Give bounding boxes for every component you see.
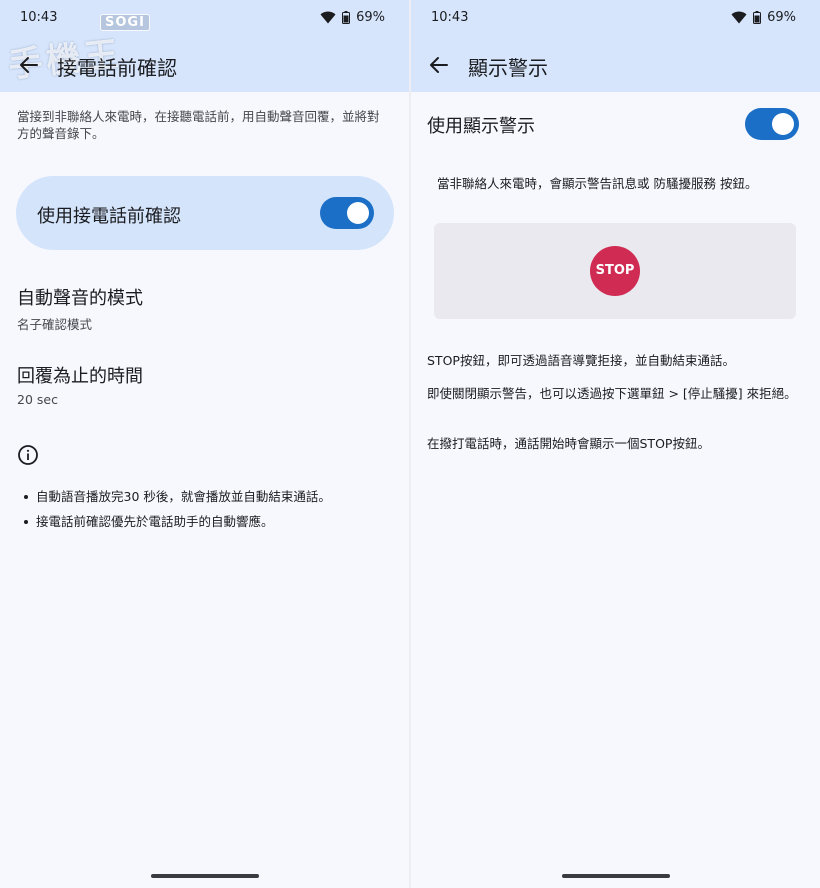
alert-toggle-switch[interactable] bbox=[745, 108, 799, 140]
gesture-handle[interactable] bbox=[561, 874, 670, 878]
stop-preview-panel: STOP bbox=[434, 223, 796, 319]
arrow-left-icon[interactable] bbox=[18, 54, 40, 76]
description: 當非聯絡人來電時，會顯示警告訊息或 防騷擾服務 按鈕。 bbox=[437, 176, 758, 191]
wifi-icon bbox=[731, 11, 747, 24]
show-alert-screen: 10:43 69% 顯示警示 使用顯示警示 當非聯絡人來電時，會顯示警告訊息或 … bbox=[411, 0, 820, 888]
arrow-left-icon[interactable] bbox=[428, 54, 450, 76]
setting-reply-time[interactable]: 回覆為止的時間 20 sec bbox=[17, 362, 143, 407]
battery-level: 69% bbox=[356, 10, 385, 25]
setting-voice-mode[interactable]: 自動聲音的模式 名子確認模式 bbox=[17, 284, 143, 333]
battery-icon bbox=[342, 11, 351, 24]
wifi-icon bbox=[320, 11, 336, 24]
status-right: 69% bbox=[320, 10, 385, 25]
info-paragraph: STOP按鈕，即可透過語音導覽拒接，並自動結束通話。 bbox=[427, 353, 735, 368]
alert-toggle-label: 使用顯示警示 bbox=[427, 116, 535, 137]
call-screening-screen: 10:43 69% SOGI 手機王 接電話前確認 當接到非聯絡人來電時，在接聽… bbox=[0, 0, 409, 888]
battery-icon bbox=[753, 11, 762, 24]
list-item: 接電話前確認優先於電話助手的自動響應。 bbox=[24, 513, 394, 530]
app-bar: 10:43 69% SOGI 手機王 接電話前確認 bbox=[0, 0, 409, 92]
main-toggle-switch[interactable] bbox=[320, 197, 374, 229]
info-paragraph: 在撥打電話時，通話開始時會顯示一個STOP按鈕。 bbox=[427, 436, 710, 451]
stop-button[interactable]: STOP bbox=[590, 246, 640, 296]
main-toggle-label: 使用接電話前確認 bbox=[37, 206, 181, 227]
page-title: 接電話前確認 bbox=[57, 56, 177, 80]
main-toggle-card[interactable]: 使用接電話前確認 bbox=[16, 176, 394, 250]
setting-value: 名子確認模式 bbox=[17, 317, 93, 332]
page-title: 顯示警示 bbox=[468, 56, 548, 80]
setting-name: 自動聲音的模式 bbox=[17, 288, 143, 309]
status-time: 10:43 bbox=[431, 10, 469, 25]
notes-list: 自動語音播放完30 秒後，就會播放並自動結束通話。 接電話前確認優先於電話助手的… bbox=[24, 488, 394, 538]
switch-knob bbox=[347, 202, 369, 224]
list-item: 自動語音播放完30 秒後，就會播放並自動結束通話。 bbox=[24, 488, 394, 505]
battery-level: 69% bbox=[767, 10, 796, 25]
gesture-handle[interactable] bbox=[150, 874, 259, 878]
setting-name: 回覆為止的時間 bbox=[17, 366, 143, 387]
description: 當接到非聯絡人來電時，在接聽電話前，用自動聲音回覆，並將對方的聲音錄下。 bbox=[17, 109, 380, 141]
info-icon bbox=[18, 445, 38, 465]
setting-value: 20 sec bbox=[17, 392, 58, 407]
status-bar: 10:43 69% bbox=[431, 10, 796, 28]
switch-knob bbox=[772, 113, 794, 135]
app-bar: 10:43 69% 顯示警示 bbox=[411, 0, 820, 92]
status-right: 69% bbox=[731, 10, 796, 25]
info-paragraph: 即使關閉顯示警告，也可以透過按下選單鈕 > [停止騷擾] 來拒絕。 bbox=[427, 386, 797, 401]
